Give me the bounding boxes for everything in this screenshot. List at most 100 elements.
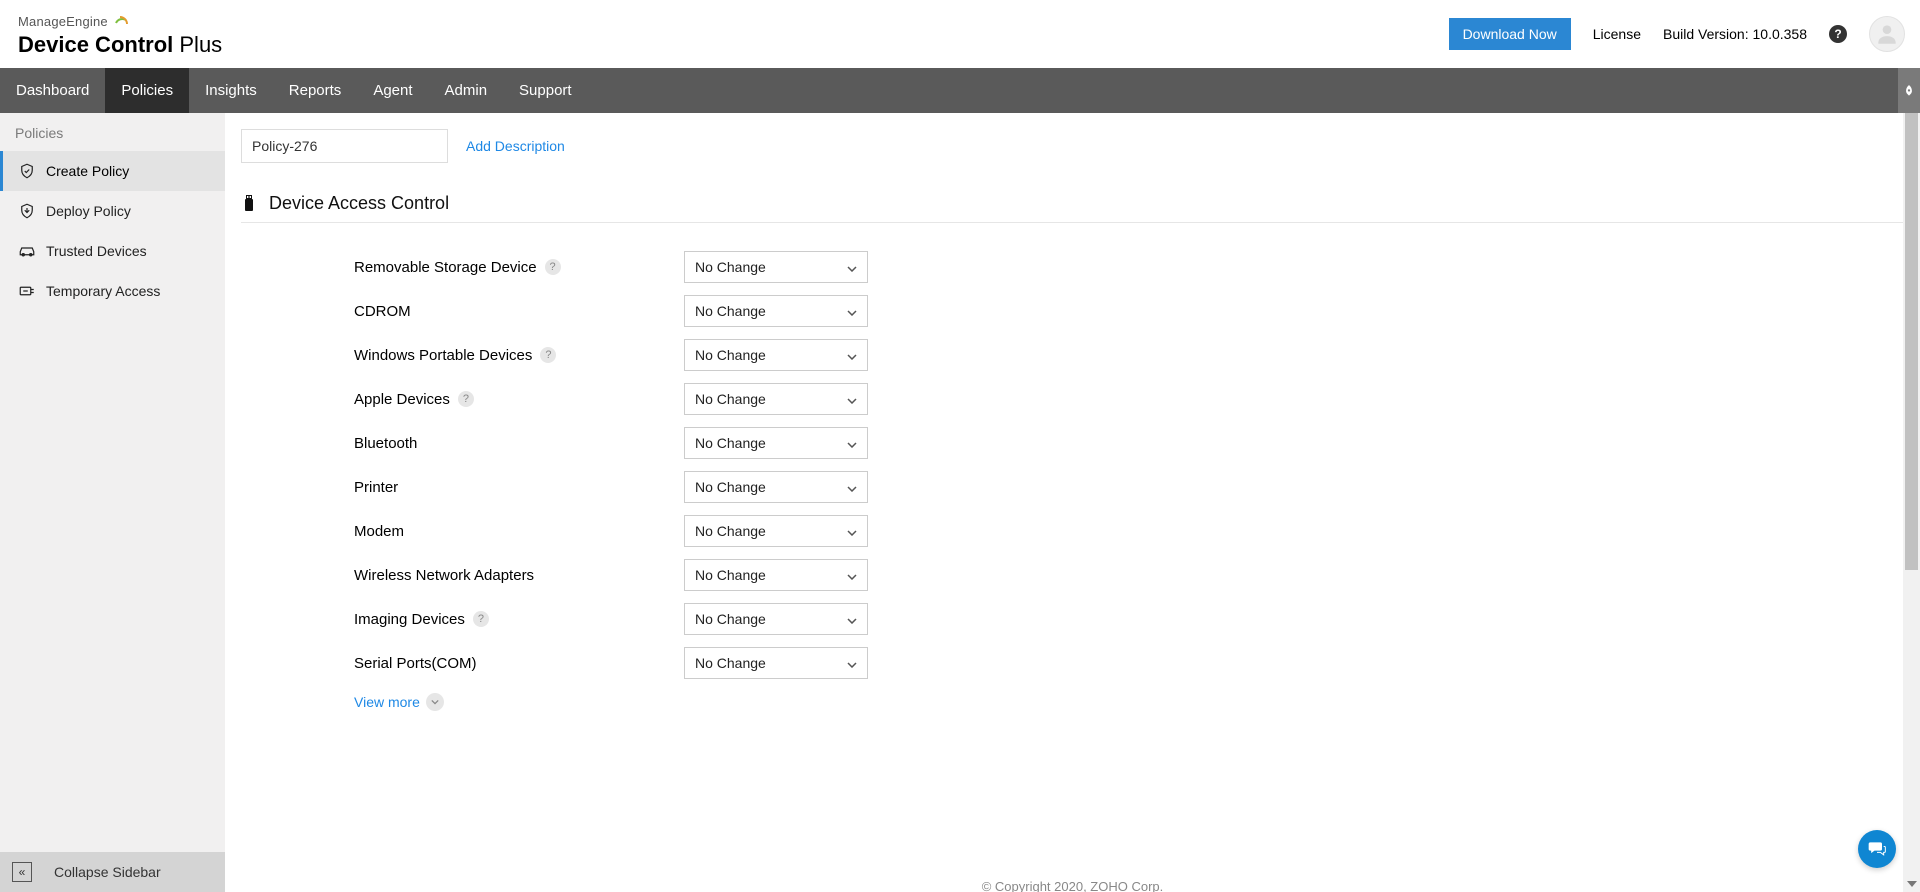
device-label: CDROM bbox=[354, 303, 684, 320]
chevron-down-icon bbox=[426, 693, 444, 711]
device-row: Apple Devices? No Change bbox=[354, 377, 1904, 421]
device-select[interactable]: No Change bbox=[684, 251, 868, 283]
nav-agent[interactable]: Agent bbox=[357, 68, 428, 113]
view-more-label: View more bbox=[354, 694, 420, 710]
device-row: Printer No Change bbox=[354, 465, 1904, 509]
sidebar-item-label: Trusted Devices bbox=[46, 243, 147, 259]
device-label-text: Modem bbox=[354, 523, 404, 540]
device-label-text: Windows Portable Devices bbox=[354, 347, 532, 364]
device-label-text: Serial Ports(COM) bbox=[354, 655, 477, 672]
download-now-button[interactable]: Download Now bbox=[1449, 18, 1571, 50]
main-content: Add Description Device Access Control Re… bbox=[225, 113, 1920, 892]
device-select[interactable]: No Change bbox=[684, 471, 868, 503]
divider bbox=[241, 222, 1904, 223]
sidebar-item-label: Temporary Access bbox=[46, 283, 160, 299]
license-link[interactable]: License bbox=[1593, 26, 1641, 42]
nav-support[interactable]: Support bbox=[503, 68, 588, 113]
select-value: No Change bbox=[695, 567, 766, 583]
scroll-arrow-down-icon[interactable] bbox=[1903, 875, 1920, 892]
device-label: Bluetooth bbox=[354, 435, 684, 452]
device-select[interactable]: No Change bbox=[684, 295, 868, 327]
device-label: Serial Ports(COM) bbox=[354, 655, 684, 672]
nav-insights[interactable]: Insights bbox=[189, 68, 273, 113]
device-select[interactable]: No Change bbox=[684, 559, 868, 591]
header: ManageEngine Device Control Plus Downloa… bbox=[0, 0, 1920, 68]
select-value: No Change bbox=[695, 391, 766, 407]
sidebar-item-deploy-policy[interactable]: Deploy Policy bbox=[0, 191, 225, 231]
brand-bottom-bold: Device Control bbox=[18, 32, 173, 57]
build-version-text: Build Version: 10.0.358 bbox=[1663, 26, 1807, 42]
device-select[interactable]: No Change bbox=[684, 427, 868, 459]
device-label-text: Apple Devices bbox=[354, 391, 450, 408]
sidebar-item-temporary-access[interactable]: Temporary Access bbox=[0, 271, 225, 311]
top-nav: DashboardPoliciesInsightsReportsAgentAdm… bbox=[0, 68, 1920, 113]
chevron-down-icon bbox=[847, 347, 857, 363]
collapse-sidebar-label: Collapse Sidebar bbox=[54, 864, 161, 880]
chevron-down-icon bbox=[847, 391, 857, 407]
device-label: Printer bbox=[354, 479, 684, 496]
device-row: Wireless Network Adapters No Change bbox=[354, 553, 1904, 597]
rocket-icon[interactable] bbox=[1898, 68, 1920, 113]
device-select[interactable]: No Change bbox=[684, 515, 868, 547]
select-value: No Change bbox=[695, 611, 766, 627]
policy-name-input[interactable] bbox=[241, 129, 448, 163]
select-value: No Change bbox=[695, 347, 766, 363]
chevron-down-icon bbox=[847, 259, 857, 275]
help-icon[interactable]: ? bbox=[540, 347, 556, 363]
collapse-sidebar-button[interactable]: « Collapse Sidebar bbox=[0, 852, 225, 892]
brand-logo: ManageEngine Device Control Plus bbox=[18, 12, 222, 56]
device-label-text: Wireless Network Adapters bbox=[354, 567, 534, 584]
shield-check-icon bbox=[18, 162, 36, 180]
sidebar-heading: Policies bbox=[0, 113, 225, 151]
device-label: Removable Storage Device? bbox=[354, 259, 684, 276]
chevron-down-icon bbox=[847, 523, 857, 539]
sidebar-item-label: Deploy Policy bbox=[46, 203, 131, 219]
sidebar-item-create-policy[interactable]: Create Policy bbox=[0, 151, 225, 191]
sidebar-item-trusted-devices[interactable]: Trusted Devices bbox=[0, 231, 225, 271]
car-icon bbox=[18, 242, 36, 260]
view-more-link[interactable]: View more bbox=[354, 693, 444, 711]
device-row: Removable Storage Device? No Change bbox=[354, 245, 1904, 289]
device-row: Windows Portable Devices? No Change bbox=[354, 333, 1904, 377]
select-value: No Change bbox=[695, 435, 766, 451]
sidebar-item-label: Create Policy bbox=[46, 163, 129, 179]
nav-admin[interactable]: Admin bbox=[429, 68, 504, 113]
section-title: Device Access Control bbox=[241, 193, 1904, 214]
device-label: Modem bbox=[354, 523, 684, 540]
device-select[interactable]: No Change bbox=[684, 603, 868, 635]
shield-deploy-icon bbox=[18, 202, 36, 220]
device-select[interactable]: No Change bbox=[684, 339, 868, 371]
help-icon[interactable]: ? bbox=[473, 611, 489, 627]
chevron-down-icon bbox=[847, 611, 857, 627]
help-icon[interactable]: ? bbox=[545, 259, 561, 275]
select-value: No Change bbox=[695, 259, 766, 275]
section-title-text: Device Access Control bbox=[269, 193, 449, 214]
usb-icon bbox=[241, 194, 257, 214]
nav-dashboard[interactable]: Dashboard bbox=[0, 68, 105, 113]
chevron-down-icon bbox=[847, 655, 857, 671]
chevron-down-icon bbox=[847, 567, 857, 583]
device-label: Imaging Devices? bbox=[354, 611, 684, 628]
brand-bottom-light: Plus bbox=[173, 32, 222, 57]
select-value: No Change bbox=[695, 523, 766, 539]
avatar[interactable] bbox=[1869, 16, 1905, 52]
chat-fab[interactable] bbox=[1858, 830, 1896, 868]
select-value: No Change bbox=[695, 303, 766, 319]
device-row: Imaging Devices? No Change bbox=[354, 597, 1904, 641]
scrollbar[interactable] bbox=[1903, 113, 1920, 892]
add-description-link[interactable]: Add Description bbox=[466, 138, 565, 154]
device-row: Bluetooth No Change bbox=[354, 421, 1904, 465]
select-value: No Change bbox=[695, 655, 766, 671]
device-label: Wireless Network Adapters bbox=[354, 567, 684, 584]
select-value: No Change bbox=[695, 479, 766, 495]
help-icon[interactable]: ? bbox=[458, 391, 474, 407]
scrollbar-thumb[interactable] bbox=[1905, 113, 1918, 570]
nav-policies[interactable]: Policies bbox=[105, 68, 189, 113]
device-label-text: CDROM bbox=[354, 303, 411, 320]
chevron-down-icon bbox=[847, 435, 857, 451]
device-select[interactable]: No Change bbox=[684, 383, 868, 415]
device-select[interactable]: No Change bbox=[684, 647, 868, 679]
help-icon[interactable]: ? bbox=[1829, 25, 1847, 43]
copyright-text: © Copyright 2020, ZOHO Corp. bbox=[225, 879, 1920, 892]
nav-reports[interactable]: Reports bbox=[273, 68, 358, 113]
